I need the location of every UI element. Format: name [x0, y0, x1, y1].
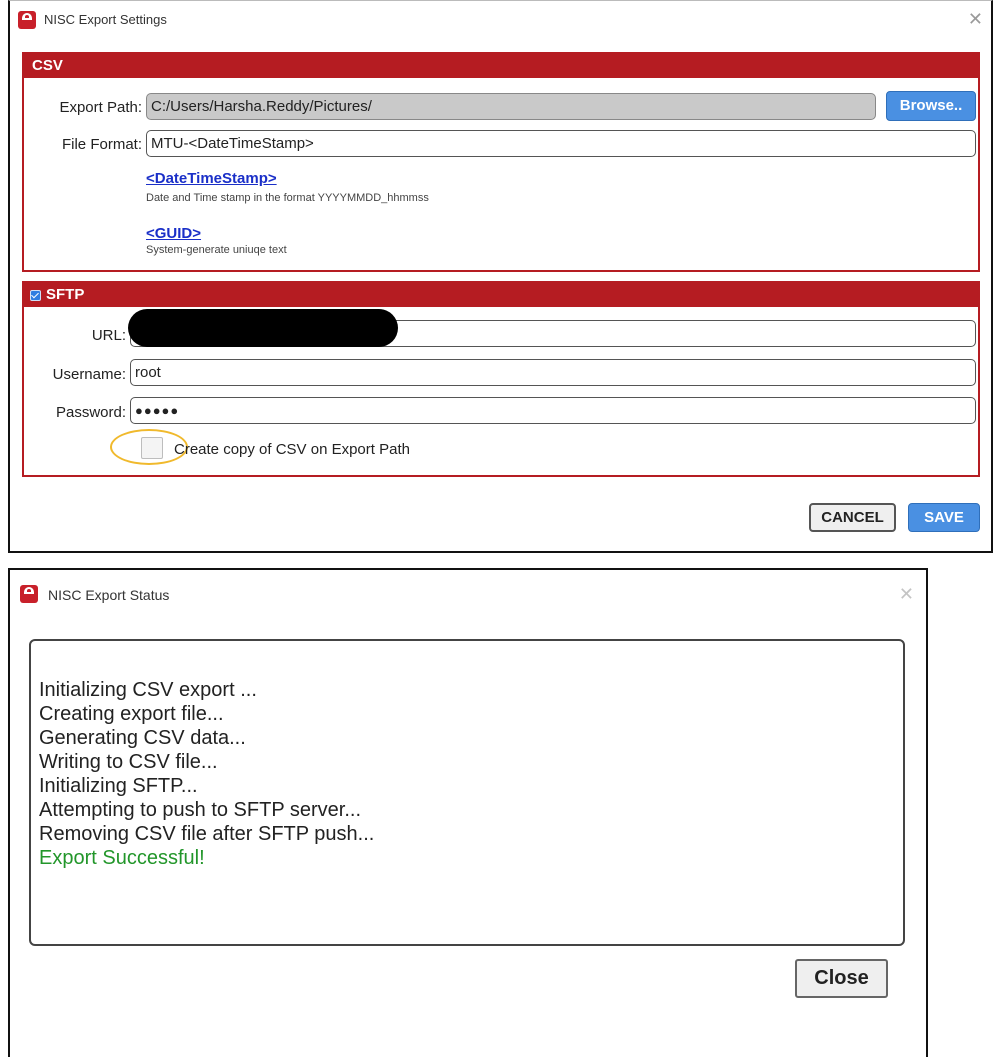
log-line: Attempting to push to SFTP server... — [39, 799, 362, 821]
export-status-window: NISC Export Status ✕ Initializing CSV ex… — [8, 568, 928, 1057]
csv-panel-header: CSV — [24, 54, 978, 78]
title-bar: NISC Export Status ✕ — [10, 570, 926, 618]
log-line: Writing to CSV file... — [39, 751, 218, 773]
file-format-label: File Format: — [61, 136, 142, 153]
log-line: Initializing CSV export ... — [39, 679, 257, 701]
title-bar: NISC Export Settings ✕ — [10, 1, 991, 41]
username-field[interactable]: root — [130, 359, 976, 386]
log-line: Generating CSV data... — [39, 727, 246, 749]
sftp-enabled-checkbox[interactable] — [30, 290, 41, 301]
datetimestamp-token-link[interactable]: <DateTimeStamp> — [146, 170, 277, 187]
tdm-app-icon — [20, 585, 38, 603]
save-button[interactable]: SAVE — [908, 503, 980, 532]
sftp-panel-header: SFTP — [24, 283, 978, 307]
log-line: Initializing SFTP... — [39, 775, 198, 797]
csv-panel: CSV Export Path: C:/Users/Harsha.Reddy/P… — [22, 52, 980, 272]
username-label: Username: — [52, 366, 126, 383]
status-log: Initializing CSV export ... Creating exp… — [29, 639, 905, 946]
tdm-app-icon — [18, 11, 36, 29]
guid-token-description: System-generate uniuqe text — [146, 244, 287, 256]
log-line: Removing CSV file after SFTP push... — [39, 823, 375, 845]
password-field[interactable]: ●●●●● — [130, 397, 976, 424]
guid-token-link[interactable]: <GUID> — [146, 225, 201, 242]
log-line: Creating export file... — [39, 703, 224, 725]
create-copy-label: Create copy of CSV on Export Path — [174, 441, 410, 458]
window-title: NISC Export Status — [48, 587, 170, 603]
sftp-panel: SFTP URL: Username: root Password: ●●●●●… — [22, 281, 980, 477]
export-settings-window: NISC Export Settings ✕ CSV Export Path: … — [8, 0, 993, 553]
close-button[interactable]: Close — [795, 959, 888, 998]
close-icon[interactable]: ✕ — [968, 9, 983, 29]
success-message: Export Successful! — [39, 847, 205, 869]
password-label: Password: — [55, 404, 126, 421]
sftp-panel-title: SFTP — [46, 286, 85, 303]
window-title: NISC Export Settings — [44, 12, 167, 27]
export-path-field[interactable]: C:/Users/Harsha.Reddy/Pictures/ — [146, 93, 876, 120]
export-path-label: Export Path: — [59, 99, 142, 116]
close-icon[interactable]: ✕ — [899, 584, 914, 604]
datetimestamp-token-description: Date and Time stamp in the format YYYYMM… — [146, 192, 429, 204]
cancel-button[interactable]: CANCEL — [809, 503, 896, 532]
redaction-mark — [128, 309, 398, 347]
file-format-field[interactable]: MTU-<DateTimeStamp> — [146, 130, 976, 157]
url-label: URL: — [91, 327, 126, 344]
browse-button[interactable]: Browse.. — [886, 91, 976, 121]
